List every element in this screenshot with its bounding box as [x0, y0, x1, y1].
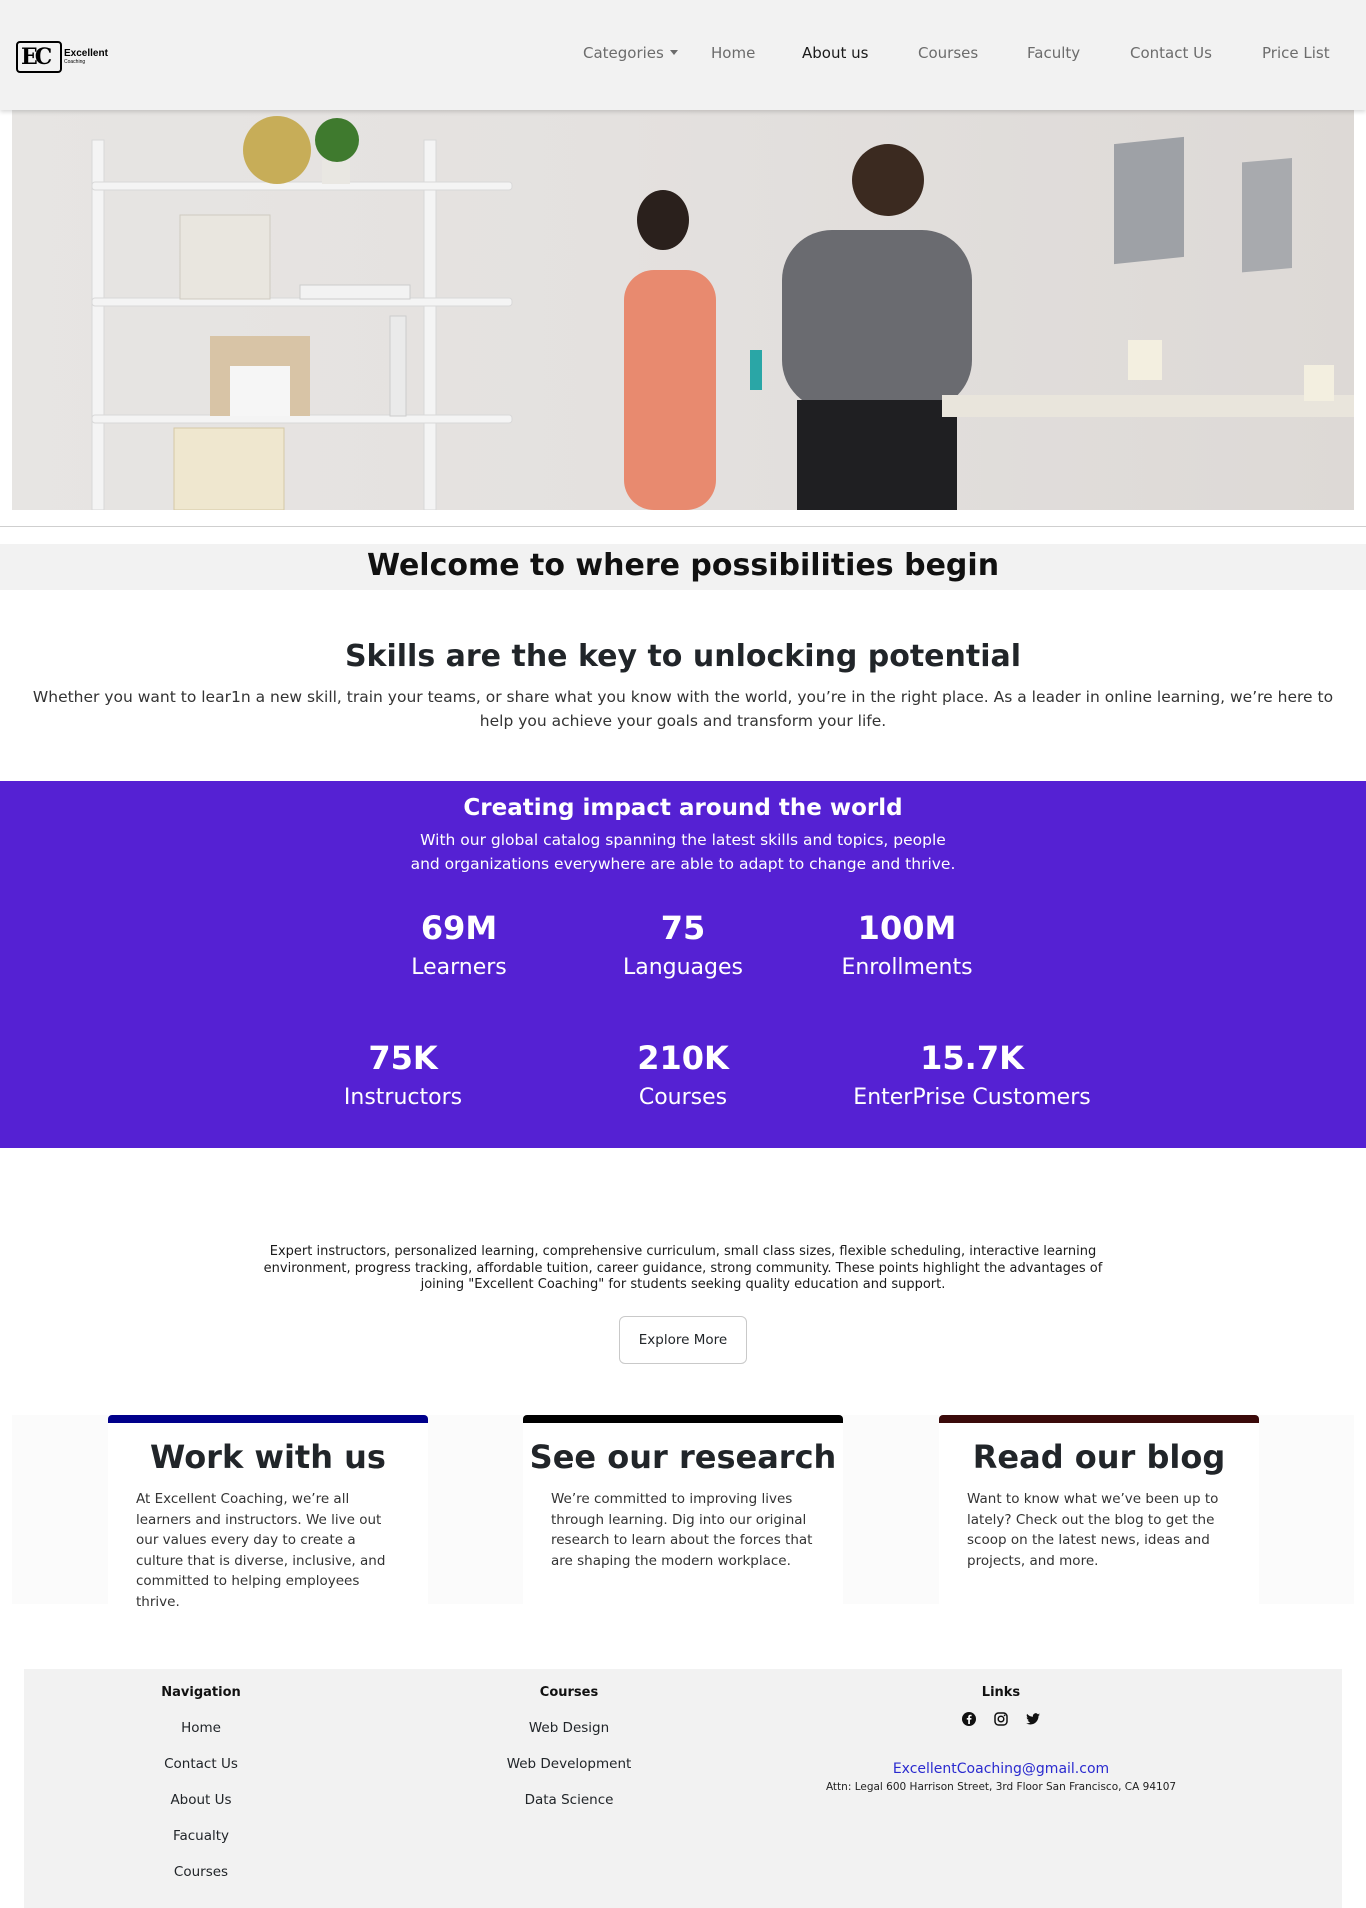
- stat-learners: 69M Learners: [329, 908, 589, 983]
- footer-email-link[interactable]: ExcellentCoaching@gmail.com: [776, 1759, 1226, 1779]
- stat-value: 15.7K: [920, 1039, 1024, 1077]
- footer-links-heading: Links: [981, 1685, 1021, 1700]
- card-read-our-blog[interactable]: Read our blog Want to know what we’ve be…: [939, 1415, 1259, 1604]
- footer-link-about[interactable]: About Us: [151, 1790, 251, 1810]
- skills-text: Whether you want to lear1n a new skill, …: [32, 688, 1334, 730]
- footer-navigation-heading: Navigation: [161, 1685, 241, 1700]
- stat-courses: 210K Courses: [553, 1038, 813, 1113]
- footer-link-home[interactable]: Home: [151, 1718, 251, 1738]
- card-text: Want to know what we’ve been up to latel…: [967, 1491, 1219, 1569]
- footer-link-contact[interactable]: Contact Us: [151, 1754, 251, 1774]
- hero-illustration: [91, 116, 1354, 510]
- stat-label: Instructors: [343, 1085, 463, 1110]
- hero-image: [12, 110, 1354, 510]
- nav-about[interactable]: About us: [802, 44, 868, 62]
- footer-navigation-column: Navigation Home Contact Us About Us Facu…: [151, 1683, 251, 1882]
- card-accent-bar: [108, 1415, 428, 1423]
- impact-section: Creating impact around the world With ou…: [0, 781, 1366, 1148]
- nav-categories-label: Categories: [583, 44, 664, 62]
- nav-categories-dropdown[interactable]: Categories: [583, 44, 678, 62]
- footer-link-faculty[interactable]: Facualty: [151, 1826, 251, 1846]
- card-work-with-us[interactable]: Work with us At Excellent Coaching, we’r…: [108, 1415, 428, 1610]
- stat-value: 75: [660, 909, 706, 947]
- card-title: Work with us: [150, 1438, 386, 1476]
- impact-heading: Creating impact around the world: [463, 795, 903, 821]
- welcome-heading: Welcome to where possibilities begin: [366, 548, 1000, 583]
- footer-link-web-development[interactable]: Web Development: [461, 1754, 677, 1774]
- nav-faculty[interactable]: Faculty: [1027, 44, 1080, 62]
- footer-link-courses[interactable]: Courses: [151, 1862, 251, 1882]
- footer-link-web-design[interactable]: Web Design: [461, 1718, 677, 1738]
- stat-label: Enrollments: [841, 955, 973, 980]
- footer-courses-column: Courses Web Design Web Development Data …: [461, 1683, 677, 1810]
- stat-enrollments: 100M Enrollments: [777, 908, 1037, 983]
- stat-value: 75K: [368, 1039, 438, 1077]
- main-nav: Categories Home About us Courses Faculty…: [0, 44, 1366, 66]
- footer-address: Attn: Legal 600 Harrison Street, 3rd Flo…: [825, 1781, 1177, 1793]
- nav-contact[interactable]: Contact Us: [1130, 44, 1212, 62]
- card-title: Read our blog: [972, 1438, 1226, 1476]
- stat-label: Courses: [638, 1085, 728, 1110]
- card-title: See our research: [529, 1438, 837, 1476]
- advantages-text: Expert instructors, personalized learnin…: [263, 1244, 1103, 1292]
- stat-value: 69M: [420, 909, 498, 947]
- facebook-icon[interactable]: [961, 1711, 977, 1727]
- footer: Navigation Home Contact Us About Us Facu…: [24, 1669, 1342, 1908]
- nav-home[interactable]: Home: [711, 44, 755, 62]
- stat-instructors: 75K Instructors: [273, 1038, 533, 1113]
- nav-courses[interactable]: Courses: [918, 44, 978, 62]
- card-accent-bar: [523, 1415, 843, 1423]
- nav-price-list[interactable]: Price List: [1262, 44, 1330, 62]
- stat-value: 100M: [857, 909, 957, 947]
- stat-label: Learners: [411, 955, 507, 980]
- explore-more-button[interactable]: Explore More: [619, 1316, 747, 1364]
- footer-courses-heading: Courses: [539, 1685, 599, 1700]
- stat-label: EnterPrise Customers: [853, 1085, 1091, 1110]
- card-accent-bar: [939, 1415, 1259, 1423]
- stat-value: 210K: [637, 1039, 729, 1077]
- stat-label: Languages: [622, 955, 744, 980]
- skills-heading: Skills are the key to unlocking potentia…: [344, 639, 1022, 674]
- navbar: EC Excellent Coaching Categories Home Ab…: [0, 0, 1366, 110]
- stat-languages: 75 Languages: [553, 908, 813, 983]
- chevron-down-icon: [669, 50, 678, 55]
- card-see-our-research[interactable]: See our research We’re committed to impr…: [523, 1415, 843, 1604]
- twitter-icon[interactable]: [1025, 1711, 1041, 1727]
- social-icons: [776, 1711, 1226, 1727]
- instagram-icon[interactable]: [993, 1711, 1009, 1727]
- footer-link-data-science[interactable]: Data Science: [461, 1790, 677, 1810]
- impact-text: With our global catalog spanning the lat…: [410, 831, 956, 873]
- stat-enterprise-customers: 15.7K EnterPrise Customers: [822, 1038, 1122, 1113]
- card-text: We’re committed to improving lives throu…: [551, 1491, 813, 1569]
- hero-divider: [0, 526, 1366, 527]
- footer-links-column: Links ExcellentCoaching@gmail.com Attn: …: [776, 1683, 1226, 1795]
- card-text: At Excellent Coaching, we’re all learner…: [136, 1491, 386, 1610]
